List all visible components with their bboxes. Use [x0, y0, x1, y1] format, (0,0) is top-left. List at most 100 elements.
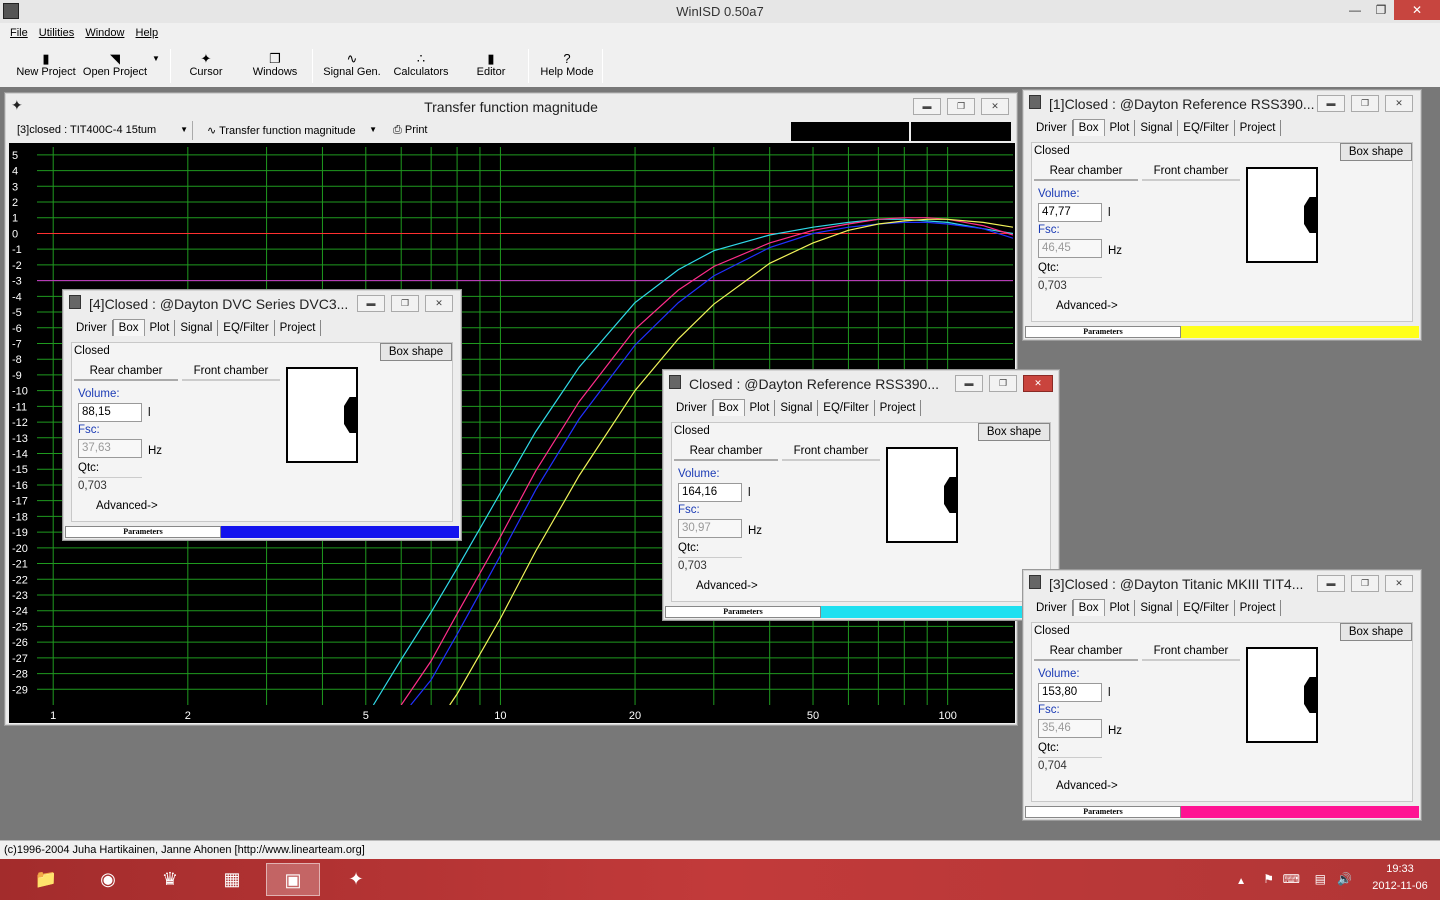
close-icon[interactable]: ✕ [1394, 0, 1440, 20]
y-tick-label: -23 [12, 590, 28, 602]
cursor-button[interactable]: ✦ Cursor [184, 51, 228, 78]
y-tick-label: -24 [12, 606, 28, 618]
tab-driver[interactable]: Driver [1031, 120, 1073, 136]
minimize-icon[interactable]: ▬ [357, 295, 385, 312]
print-button[interactable]: ⎙ Print [389, 121, 449, 140]
editor-button[interactable]: ▮ Editor [470, 51, 512, 78]
file-explorer-icon[interactable]: 📁 [24, 863, 68, 896]
tab-project[interactable]: Project [1235, 120, 1282, 136]
close-icon[interactable]: ✕ [1385, 575, 1413, 592]
box-shape-button[interactable]: Box shape [978, 423, 1050, 441]
tab-plot[interactable]: Plot [745, 400, 776, 416]
tab-rear-chamber[interactable]: Rear chamber [1034, 163, 1138, 181]
menu-help[interactable]: Help [136, 27, 159, 39]
minimize-icon[interactable]: ▬ [1317, 95, 1345, 112]
advanced-link[interactable]: Advanced-> [1056, 300, 1118, 312]
new-project-button[interactable]: ▮ New Project [16, 51, 76, 78]
fsc-label: Fsc: [78, 424, 100, 436]
project-selector[interactable]: [3]closed : TIT400C-4 15tum ▼ [13, 121, 193, 140]
close-icon[interactable]: ✕ [425, 295, 453, 312]
tab-eq-filter[interactable]: EQ/Filter [818, 400, 875, 416]
tab-plot[interactable]: Plot [1105, 600, 1136, 616]
tab-project[interactable]: Project [275, 320, 322, 336]
open-project-button[interactable]: ◥ Open Project [82, 51, 148, 78]
clock[interactable]: 19:33 2012-11-06 [1368, 861, 1432, 895]
keyboard-icon[interactable]: ⌨ [1283, 871, 1300, 888]
calculator-icon[interactable]: ▦ [210, 863, 254, 896]
restore-icon[interactable]: ❐ [1351, 575, 1379, 592]
volume-field[interactable]: 88,15 [78, 403, 142, 422]
tab-eq-filter[interactable]: EQ/Filter [218, 320, 275, 336]
volume-field[interactable]: 47,77 [1038, 203, 1102, 222]
box-shape-button[interactable]: Box shape [1340, 143, 1412, 161]
menu-utilities[interactable]: Utilities [39, 27, 74, 39]
tab-plot[interactable]: Plot [145, 320, 176, 336]
close-icon[interactable]: ✕ [1385, 95, 1413, 112]
advanced-link[interactable]: Advanced-> [96, 500, 158, 512]
restore-icon[interactable]: ❐ [947, 98, 975, 115]
minimize-icon[interactable]: ▬ [955, 375, 983, 392]
menu-file[interactable]: File [10, 27, 28, 39]
plot-type-selector[interactable]: ∿ Transfer function magnitude ▼ [203, 121, 379, 140]
tab-driver[interactable]: Driver [671, 400, 713, 416]
minimize-icon[interactable]: ▬ [1317, 575, 1345, 592]
flag-icon[interactable]: ⚑ [1263, 871, 1274, 888]
tab-box[interactable]: Box [1072, 119, 1105, 136]
cursor-readout-1 [791, 122, 909, 141]
tab-project[interactable]: Project [1235, 600, 1282, 616]
tab-project[interactable]: Project [875, 400, 922, 416]
advanced-link[interactable]: Advanced-> [1056, 780, 1118, 792]
tab-front-chamber[interactable]: Front chamber [1142, 163, 1240, 181]
tab-eq-filter[interactable]: EQ/Filter [1178, 120, 1235, 136]
tab-signal[interactable]: Signal [1135, 600, 1179, 616]
tab-rear-chamber[interactable]: Rear chamber [1034, 643, 1138, 661]
app-icon[interactable] [3, 3, 19, 19]
tab-signal[interactable]: Signal [1135, 120, 1179, 136]
advanced-link[interactable]: Advanced-> [696, 580, 758, 592]
minimize-icon[interactable]: ▬ [913, 98, 941, 115]
tray-expand-icon[interactable]: ▲ [1236, 873, 1246, 890]
tab-rear-chamber[interactable]: Rear chamber [74, 363, 178, 381]
menu-window[interactable]: Window [85, 27, 124, 39]
restore-icon[interactable]: ❐ [1351, 95, 1379, 112]
box-shape-button[interactable]: Box shape [380, 343, 452, 361]
restore-icon[interactable]: ❐ [989, 375, 1017, 392]
close-icon[interactable]: ✕ [1023, 375, 1053, 392]
tab-rear-chamber[interactable]: Rear chamber [674, 443, 778, 461]
tab-driver[interactable]: Driver [71, 320, 113, 336]
tab-driver[interactable]: Driver [1031, 600, 1073, 616]
parameters-tab[interactable]: Parameters [665, 606, 821, 618]
network-icon[interactable]: ▤ [1315, 871, 1326, 888]
tab-eq-filter[interactable]: EQ/Filter [1178, 600, 1235, 616]
help-mode-button[interactable]: ? Help Mode [538, 51, 596, 78]
calculators-button[interactable]: ∴ Calculators [392, 51, 450, 78]
close-icon[interactable]: ✕ [981, 98, 1009, 115]
paint-icon[interactable]: ✦ [334, 863, 378, 896]
tab-front-chamber[interactable]: Front chamber [782, 443, 880, 461]
tab-signal[interactable]: Signal [775, 400, 819, 416]
tab-plot[interactable]: Plot [1105, 120, 1136, 136]
tab-front-chamber[interactable]: Front chamber [182, 363, 280, 381]
windows-button[interactable]: ❐ Windows [248, 51, 302, 78]
volume-label: Volume: [1038, 188, 1080, 200]
tab-box[interactable]: Box [712, 399, 745, 416]
tab-signal[interactable]: Signal [175, 320, 219, 336]
tab-box[interactable]: Box [1072, 599, 1105, 616]
volume-icon[interactable]: 🔊 [1337, 871, 1352, 888]
volume-field[interactable]: 164,16 [678, 483, 742, 502]
restore-icon[interactable]: ❐ [391, 295, 419, 312]
box-shape-button[interactable]: Box shape [1340, 623, 1412, 641]
tab-box[interactable]: Box [112, 319, 145, 336]
crown-app-icon[interactable]: ♛ [148, 863, 192, 896]
winisd-taskbar-icon[interactable]: ▣ [266, 863, 320, 896]
parameters-tab[interactable]: Parameters [1025, 326, 1181, 338]
tab-front-chamber[interactable]: Front chamber [1142, 643, 1240, 661]
open-project-dropdown[interactable]: ▼ [150, 51, 162, 66]
firefox-icon[interactable]: ◉ [86, 863, 130, 896]
parameters-tab[interactable]: Parameters [1025, 806, 1181, 818]
volume-field[interactable]: 153,80 [1038, 683, 1102, 702]
signal-gen-button[interactable]: ∿ Signal Gen. [322, 51, 382, 78]
parameters-tab[interactable]: Parameters [65, 526, 221, 538]
fsc-unit: Hz [748, 525, 763, 537]
restore-icon[interactable]: ❐ [1366, 0, 1396, 20]
